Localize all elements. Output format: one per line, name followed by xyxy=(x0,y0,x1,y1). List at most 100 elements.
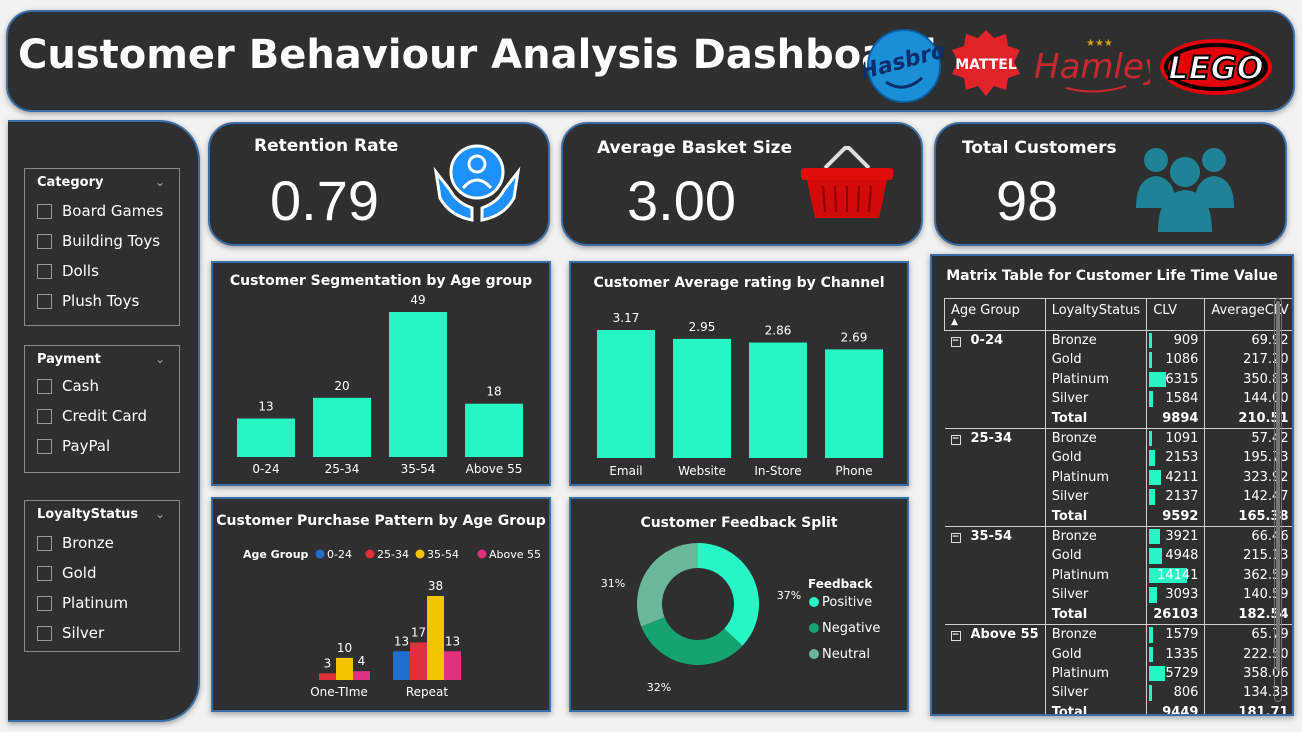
people-group-icon xyxy=(1136,148,1234,232)
loyalty-cell: Gold xyxy=(1045,644,1148,664)
average-basket-size-card: Average Basket Size 3.00 xyxy=(561,122,923,246)
collapse-icon[interactable]: − xyxy=(950,337,961,347)
slicer-option-credit-card[interactable]: Credit Card xyxy=(37,401,179,431)
tick-label: One-TIme xyxy=(310,685,368,699)
slicer-option-building-toys[interactable]: Building Toys xyxy=(37,226,179,256)
option-label: Building Toys xyxy=(62,232,161,250)
header-banner: Customer Behaviour Analysis Dashboard Ha… xyxy=(6,10,1295,112)
loyalty-cell: Bronze xyxy=(1045,526,1148,547)
checkbox[interactable] xyxy=(37,595,52,611)
slice-Negative xyxy=(641,617,743,665)
option-label: Cash xyxy=(62,377,99,395)
slicer-option-dolls[interactable]: Dolls xyxy=(37,256,179,286)
chevron-down-icon[interactable]: ⌄ xyxy=(155,507,165,521)
option-label: Platinum xyxy=(62,594,129,612)
data-label: 13 xyxy=(394,634,409,648)
clv-cell: 1335 xyxy=(1146,644,1206,664)
checkbox[interactable] xyxy=(37,263,52,279)
checkbox[interactable] xyxy=(37,625,52,641)
chevron-down-icon[interactable]: ⌄ xyxy=(155,352,165,366)
slicer-option-board-games[interactable]: Board Games xyxy=(37,196,179,226)
bar-25-34 xyxy=(313,397,371,457)
column-header-clv[interactable]: CLV xyxy=(1146,298,1206,331)
slicer-option-bronze[interactable]: Bronze xyxy=(37,528,179,558)
slicer-option-paypal[interactable]: PayPal xyxy=(37,431,179,461)
kpi-label: Total Customers xyxy=(962,138,1117,158)
shopping-basket-icon xyxy=(801,146,893,218)
tick-label: 25-34 xyxy=(325,462,360,476)
clv-cell: 4948 xyxy=(1146,546,1206,566)
clv-data-bar xyxy=(1149,450,1155,466)
slicer-option-silver[interactable]: Silver xyxy=(37,618,179,648)
loyalty-cell: Silver xyxy=(1045,585,1148,605)
slicer-option-cash[interactable]: Cash xyxy=(37,371,179,401)
kpi-label: Average Basket Size xyxy=(597,138,793,158)
purchase-chart-svg: Age Group 0-24 25-34 35-54 Above 55 3 10 4 One-T… xyxy=(243,548,541,699)
group-label: 25-34 xyxy=(970,431,1013,447)
loyalty-cell: Gold xyxy=(1045,448,1148,468)
group-label: 35-54 xyxy=(970,529,1013,545)
clv-cell: 909 xyxy=(1146,330,1206,351)
slicer-option-gold[interactable]: Gold xyxy=(37,558,179,588)
hamleys-logo: Hamleys ★★★ xyxy=(1034,38,1150,93)
option-label: PayPal xyxy=(62,437,111,455)
rating-by-channel-chart: Customer Average rating by Channel 3.17 E… xyxy=(569,261,909,486)
tick-label: Email xyxy=(609,464,642,478)
clv-data-bar xyxy=(1149,469,1161,486)
clv-cell: 14141 xyxy=(1146,565,1206,586)
column-header-loyalty-status[interactable]: LoyaltyStatus xyxy=(1044,298,1148,331)
chevron-down-icon[interactable]: ⌄ xyxy=(155,175,165,189)
row-group-header[interactable]: −25-34 xyxy=(944,428,1046,528)
checkbox[interactable] xyxy=(37,233,52,249)
dashboard-title: Customer Behaviour Analysis Dashboard xyxy=(18,32,937,78)
purchase-pattern-chart: Customer Purchase Pattern by Age Group A… xyxy=(211,497,551,712)
data-label: 3.17 xyxy=(613,311,640,325)
checkbox[interactable] xyxy=(37,408,52,424)
clv-cell: 2137 xyxy=(1146,487,1206,507)
bar-Repeat-35-54 xyxy=(427,596,444,680)
row-group-header[interactable]: −35-54 xyxy=(944,526,1046,626)
data-label: 13 xyxy=(258,400,273,414)
bar-Above 55 xyxy=(465,403,523,457)
data-label: 49 xyxy=(410,293,425,307)
checkbox[interactable] xyxy=(37,565,52,581)
bar-0-24 xyxy=(237,418,295,457)
matrix-scrollbar[interactable] xyxy=(1274,298,1282,702)
option-label: Silver xyxy=(62,624,105,642)
row-group-header[interactable]: − Above 55 xyxy=(944,624,1046,714)
legend-item: Above 55 xyxy=(489,548,541,561)
data-label: 4 xyxy=(358,654,366,668)
checkbox[interactable] xyxy=(37,203,52,219)
collapse-icon[interactable]: − xyxy=(950,533,961,544)
segmentation-chart-svg: 13 0-24 20 25-34 49 35-54 18 Above 55 xyxy=(237,293,523,476)
table-row: −0-24 Bronze 909 69.92 xyxy=(944,330,1292,430)
data-label: 38 xyxy=(428,579,443,593)
bar-Website xyxy=(673,338,731,458)
clv-cell: 5729 xyxy=(1146,663,1206,684)
column-header-age-group[interactable]: Age Group ▲ xyxy=(944,298,1046,331)
collapse-icon[interactable]: − xyxy=(950,435,961,446)
row-group-header[interactable]: −0-24 xyxy=(944,330,1046,430)
loyalty-cell: Bronze xyxy=(1045,330,1148,351)
slicer-option-platinum[interactable]: Platinum xyxy=(37,588,179,618)
checkbox[interactable] xyxy=(37,378,52,394)
option-label: Gold xyxy=(62,564,97,582)
clv-cell: 9592 xyxy=(1146,506,1206,528)
option-label: Board Games xyxy=(62,202,164,220)
clv-data-bar xyxy=(1149,548,1163,564)
group-label: Above 55 xyxy=(970,627,1039,643)
table-row: −25-34 Bronze 1091 57.42 xyxy=(944,428,1292,528)
legend-item: 35-54 xyxy=(427,548,459,561)
slicer-option-plush-toys[interactable]: Plush Toys xyxy=(37,286,179,316)
checkbox[interactable] xyxy=(37,438,52,454)
legend-marker-35-54 xyxy=(415,549,425,559)
option-label: Bronze xyxy=(62,534,114,552)
checkbox[interactable] xyxy=(37,535,52,551)
collapse-icon[interactable]: − xyxy=(950,631,961,642)
bar-One-TIme-Above 55 xyxy=(353,671,370,680)
loyalty-cell: Total xyxy=(1045,408,1148,430)
checkbox[interactable] xyxy=(37,293,52,309)
retention-rate-card: Retention Rate 0.79 xyxy=(208,122,550,246)
table-row: −35-54 Bronze 3921 66.46 xyxy=(944,526,1292,626)
loyalty-cell: Gold xyxy=(1045,350,1148,370)
